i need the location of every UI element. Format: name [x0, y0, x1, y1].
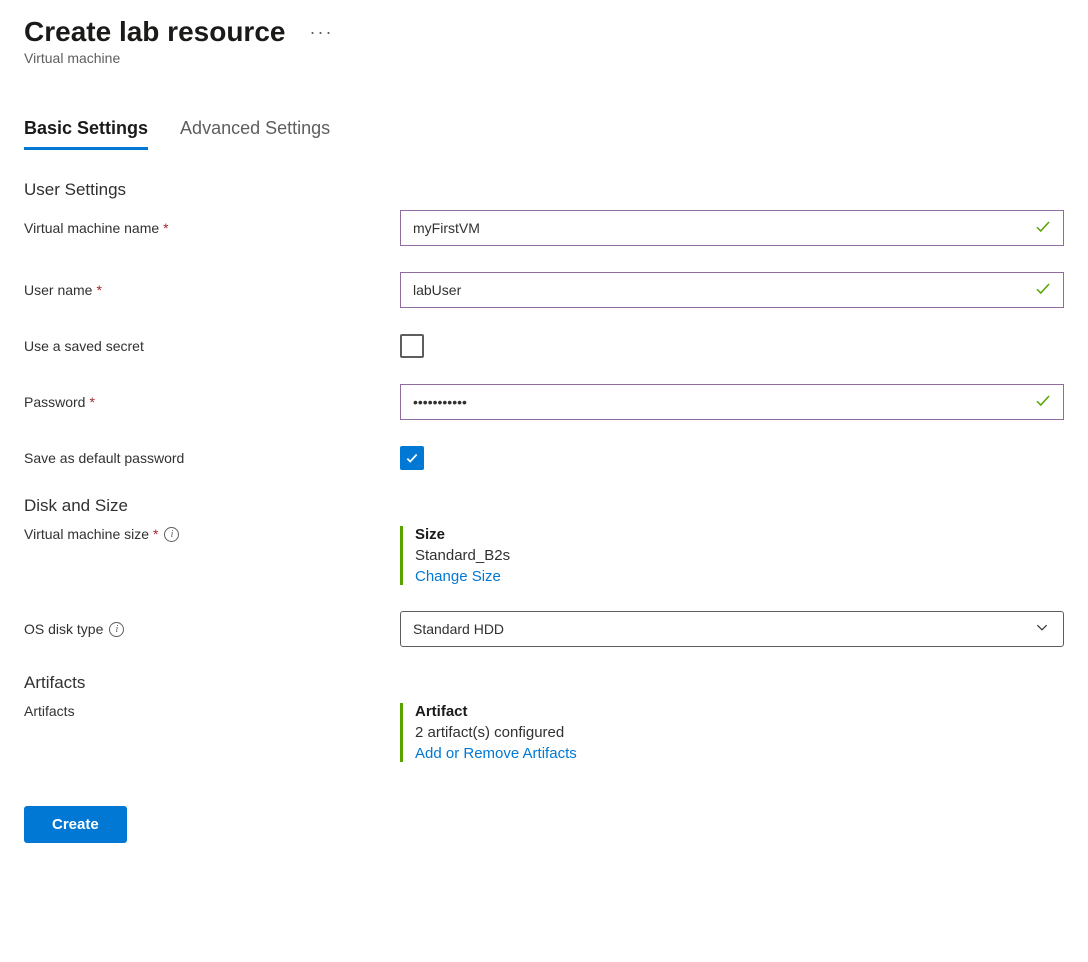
- os-disk-select[interactable]: Standard HDD: [400, 611, 1064, 647]
- page-title: Create lab resource: [24, 16, 285, 48]
- artifacts-card-title: Artifact: [415, 703, 1064, 720]
- size-card-value: Standard_B2s: [415, 547, 1064, 564]
- vm-size-card: Size Standard_B2s Change Size: [400, 526, 1064, 585]
- tab-basic-settings[interactable]: Basic Settings: [24, 118, 148, 150]
- label-vm-size: Virtual machine size * i: [24, 526, 400, 542]
- os-disk-selected-value: Standard HDD: [413, 621, 504, 637]
- check-icon: [1034, 392, 1052, 413]
- artifacts-card-value: 2 artifact(s) configured: [415, 724, 1064, 741]
- check-icon: [1034, 280, 1052, 301]
- required-star-icon: *: [153, 526, 158, 542]
- section-user-settings: User Settings: [24, 180, 1064, 200]
- user-name-input[interactable]: [400, 272, 1064, 308]
- label-artifacts: Artifacts: [24, 703, 400, 719]
- add-remove-artifacts-link[interactable]: Add or Remove Artifacts: [415, 745, 577, 762]
- check-icon: [1034, 218, 1052, 239]
- label-os-disk: OS disk type i: [24, 621, 400, 637]
- label-password: Password *: [24, 394, 400, 410]
- vm-name-input[interactable]: [400, 210, 1064, 246]
- page-subtitle: Virtual machine: [24, 50, 1064, 66]
- section-disk-size: Disk and Size: [24, 496, 1064, 516]
- change-size-link[interactable]: Change Size: [415, 568, 501, 585]
- label-vm-size-text: Virtual machine size: [24, 526, 149, 542]
- info-icon[interactable]: i: [164, 527, 179, 542]
- size-card-title: Size: [415, 526, 1064, 543]
- label-save-default-password: Save as default password: [24, 450, 400, 466]
- section-artifacts: Artifacts: [24, 673, 1064, 693]
- label-user-name-text: User name: [24, 282, 92, 298]
- more-icon[interactable]: ···: [309, 22, 333, 43]
- label-saved-secret: Use a saved secret: [24, 338, 400, 354]
- artifacts-card: Artifact 2 artifact(s) configured Add or…: [400, 703, 1064, 762]
- required-star-icon: *: [89, 394, 94, 410]
- required-star-icon: *: [96, 282, 101, 298]
- label-password-text: Password: [24, 394, 85, 410]
- save-default-password-checkbox[interactable]: [400, 446, 424, 470]
- label-user-name: User name *: [24, 282, 400, 298]
- label-vm-name-text: Virtual machine name: [24, 220, 159, 236]
- label-vm-name: Virtual machine name *: [24, 220, 400, 236]
- info-icon[interactable]: i: [109, 622, 124, 637]
- saved-secret-checkbox[interactable]: [400, 334, 424, 358]
- tab-advanced-settings[interactable]: Advanced Settings: [180, 118, 330, 150]
- tabs: Basic Settings Advanced Settings: [24, 118, 1064, 150]
- create-button[interactable]: Create: [24, 806, 127, 843]
- required-star-icon: *: [163, 220, 168, 236]
- password-input[interactable]: [400, 384, 1064, 420]
- chevron-down-icon: [1035, 621, 1049, 638]
- label-os-disk-text: OS disk type: [24, 621, 103, 637]
